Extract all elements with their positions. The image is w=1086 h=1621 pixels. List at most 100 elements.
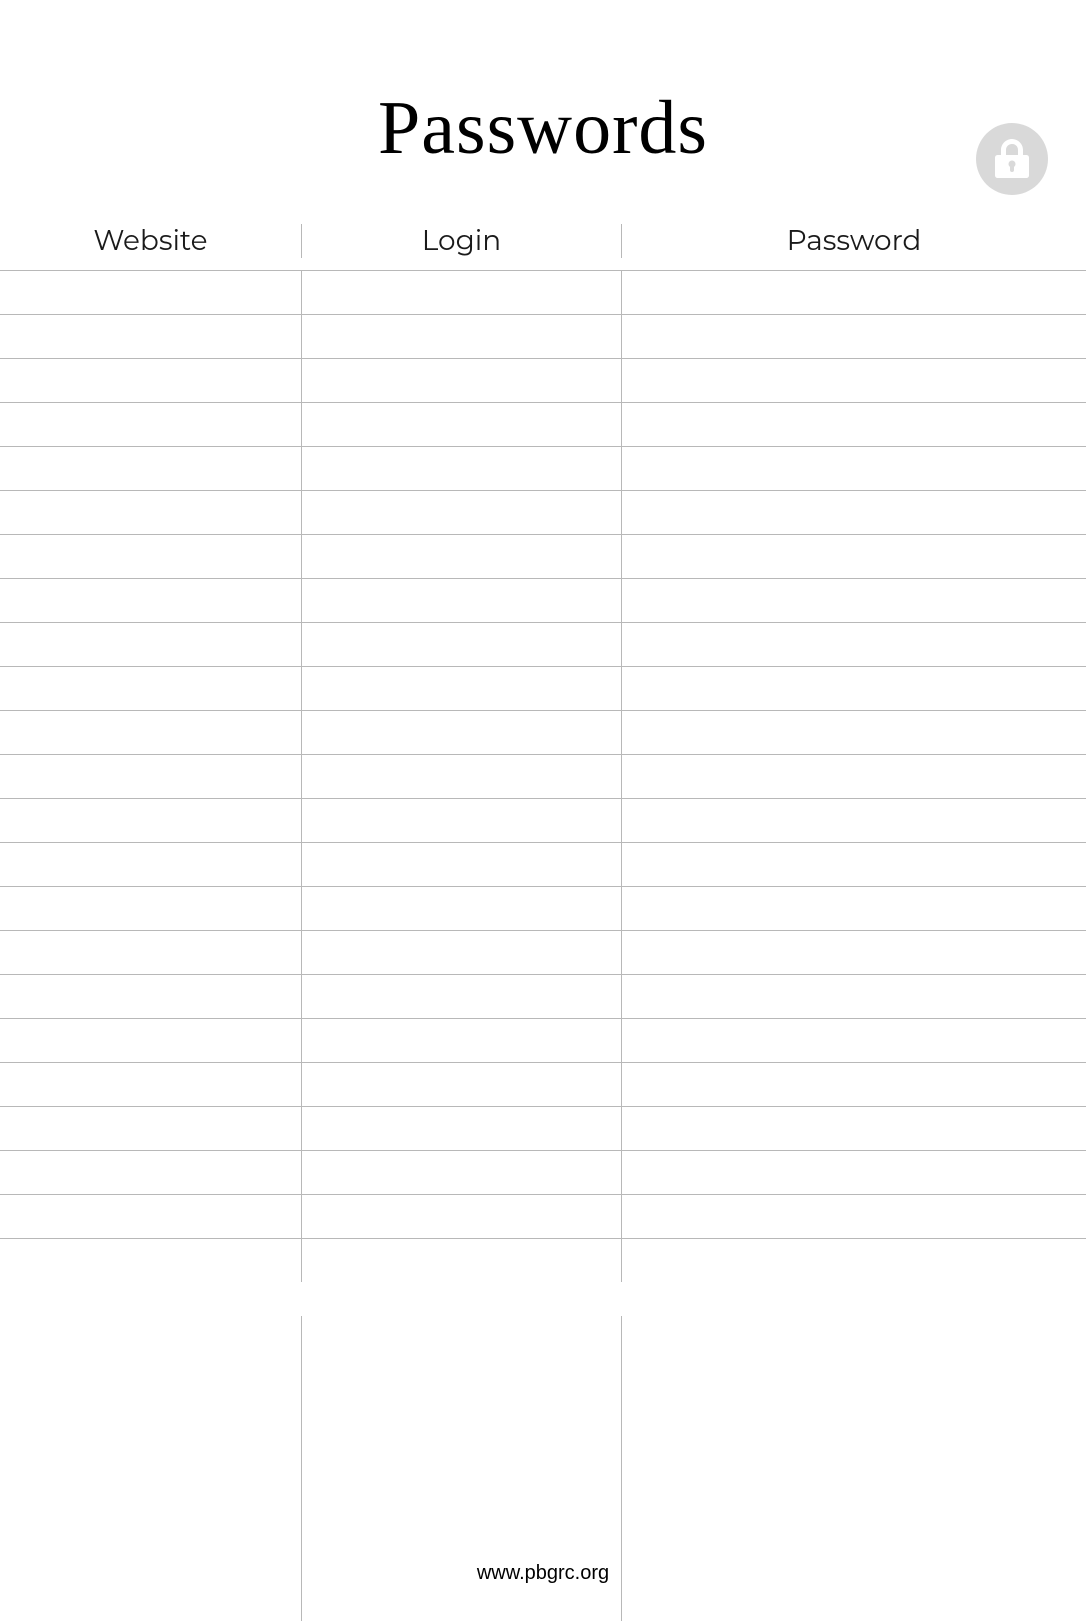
cell-password [622, 711, 1086, 754]
cell-password [622, 491, 1086, 534]
cell-login [302, 799, 622, 842]
cell-login [302, 667, 622, 710]
table-row [0, 446, 1086, 490]
cell-password [622, 1151, 1086, 1194]
table-row [0, 842, 1086, 886]
cell-website [0, 1107, 302, 1150]
cell-website [0, 271, 302, 314]
cell-website [0, 447, 302, 490]
table-row [0, 1062, 1086, 1106]
table-row [0, 578, 1086, 622]
cell-login [302, 271, 622, 314]
table-row [0, 1018, 1086, 1062]
cell-login [302, 535, 622, 578]
cell-website [0, 1195, 302, 1238]
cell-password [622, 535, 1086, 578]
cell-password [622, 887, 1086, 930]
table-row [0, 886, 1086, 930]
cell-website [0, 711, 302, 754]
footer-url: www.pbgrc.org [0, 1562, 1086, 1585]
cell-website [0, 535, 302, 578]
cell-website [0, 667, 302, 710]
column-header-login: Login [302, 224, 622, 258]
cell-login [302, 315, 622, 358]
table-row [0, 490, 1086, 534]
cell-password [622, 359, 1086, 402]
cell-password [622, 271, 1086, 314]
cell-website [0, 887, 302, 930]
table-row [0, 710, 1086, 754]
cell-website [0, 579, 302, 622]
cell-website [0, 1063, 302, 1106]
cell-login [302, 975, 622, 1018]
cell-password [622, 315, 1086, 358]
column-header-password: Password [622, 224, 1086, 258]
cell-login [302, 403, 622, 446]
cell-website [0, 1151, 302, 1194]
cell-website [0, 843, 302, 886]
cell-login [302, 491, 622, 534]
cell-website [0, 1019, 302, 1062]
cell-login [302, 1063, 622, 1106]
page-title: Passwords [0, 85, 1086, 172]
cell-website [0, 623, 302, 666]
table-header-row: Website Login Password [0, 212, 1086, 270]
cell-website [0, 491, 302, 534]
cell-password [622, 975, 1086, 1018]
cell-password [622, 755, 1086, 798]
cell-password [622, 1019, 1086, 1062]
cell-website [0, 931, 302, 974]
cell-login [302, 359, 622, 402]
table-row [0, 402, 1086, 446]
cell-website [0, 799, 302, 842]
table-row [0, 534, 1086, 578]
cell-website [0, 1239, 302, 1282]
cell-login [302, 623, 622, 666]
table-row [0, 270, 1086, 314]
cell-login [302, 711, 622, 754]
cell-password [622, 667, 1086, 710]
table-row [0, 930, 1086, 974]
cell-login [302, 1239, 622, 1282]
cell-website [0, 359, 302, 402]
cell-password [622, 799, 1086, 842]
column-header-website: Website [0, 224, 302, 258]
passwords-table: Website Login Password [0, 212, 1086, 1282]
table-row [0, 314, 1086, 358]
cell-password [622, 1107, 1086, 1150]
cell-website [0, 403, 302, 446]
cell-login [302, 931, 622, 974]
cell-password [622, 403, 1086, 446]
table-row [0, 974, 1086, 1018]
table-row [0, 1150, 1086, 1194]
cell-password [622, 1063, 1086, 1106]
cell-login [302, 1195, 622, 1238]
table-row [0, 666, 1086, 710]
cell-login [302, 579, 622, 622]
cell-login [302, 887, 622, 930]
cell-password [622, 447, 1086, 490]
table-row [0, 622, 1086, 666]
table-row [0, 1106, 1086, 1150]
table-row [0, 754, 1086, 798]
cell-login [302, 447, 622, 490]
cell-website [0, 755, 302, 798]
table-row [0, 1238, 1086, 1282]
cell-password [622, 623, 1086, 666]
table-row [0, 358, 1086, 402]
cell-website [0, 315, 302, 358]
cell-login [302, 843, 622, 886]
cell-login [302, 1151, 622, 1194]
cell-password [622, 1239, 1086, 1282]
table-row [0, 1194, 1086, 1238]
table-row [0, 798, 1086, 842]
lock-icon [976, 123, 1048, 195]
cell-password [622, 579, 1086, 622]
cell-website [0, 975, 302, 1018]
cell-login [302, 1019, 622, 1062]
cell-password [622, 931, 1086, 974]
cell-password [622, 1195, 1086, 1238]
cell-password [622, 843, 1086, 886]
cell-login [302, 1107, 622, 1150]
cell-login [302, 755, 622, 798]
